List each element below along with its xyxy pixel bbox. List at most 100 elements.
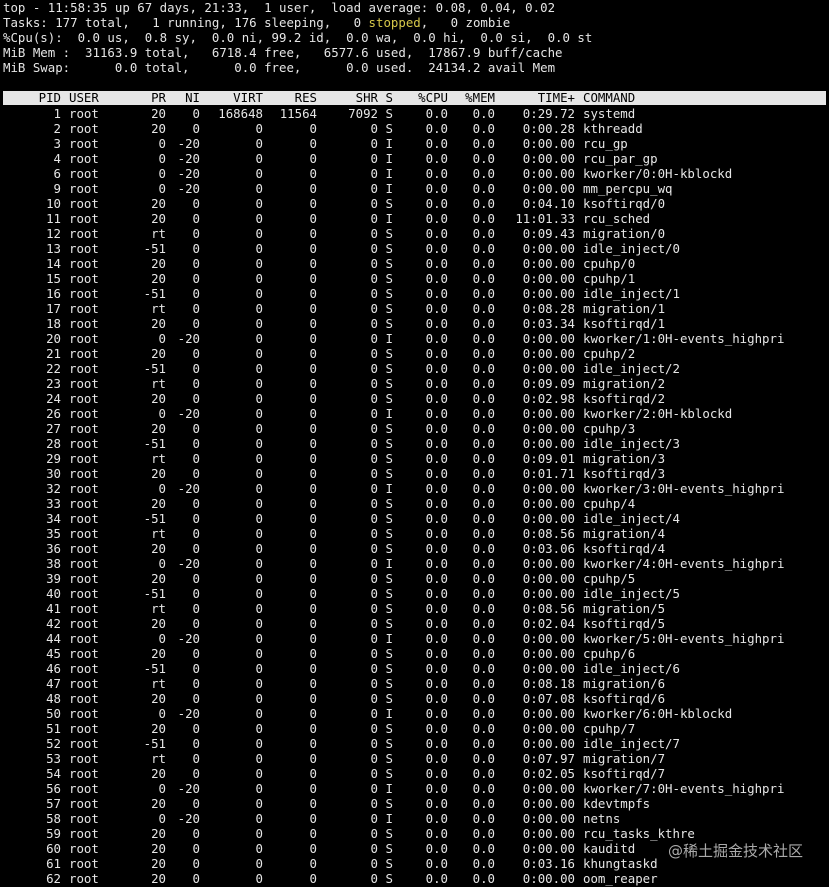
process-mem: 0.0 [472, 736, 495, 752]
process-time: 0:00.00 [522, 736, 575, 752]
process-nice: 0 [192, 451, 200, 467]
process-row: 29 root rt 0 0 0 0 S 0.0 0.0 0:09.01 migration/3 [3, 451, 829, 466]
process-row: 38 root 0 -20 0 0 0 I 0.0 0.0 0:00.00 kworker/4:0H-… [3, 556, 829, 571]
process-shr: 0 [370, 511, 378, 527]
process-shr: 0 [370, 361, 378, 377]
process-priority: 20 [151, 466, 166, 482]
process-command: idle_inject/7 [583, 736, 680, 752]
process-res: 0 [309, 151, 317, 167]
process-nice: 0 [192, 436, 200, 452]
process-nice: 0 [192, 256, 200, 272]
process-row: 2 root 20 0 0 0 0 S 0.0 0.0 0:00.28 kthreadd [3, 121, 829, 136]
process-pid: 6 [53, 166, 61, 182]
process-mem: 0.0 [472, 841, 495, 857]
process-virt: 0 [255, 301, 263, 317]
process-shr: 0 [370, 571, 378, 587]
process-pid: 47 [46, 676, 61, 692]
process-mem: 0.0 [472, 856, 495, 872]
process-user: root [69, 841, 99, 857]
process-pid: 61 [46, 856, 61, 872]
process-cpu: 0.0 [425, 106, 448, 122]
process-res: 0 [309, 586, 317, 602]
process-res: 0 [309, 511, 317, 527]
process-pid: 48 [46, 691, 61, 707]
process-res: 0 [309, 826, 317, 842]
process-state: S [385, 436, 393, 452]
process-res: 0 [309, 181, 317, 197]
process-time: 0:08.18 [522, 676, 575, 692]
process-nice: 0 [192, 691, 200, 707]
process-state: S [385, 751, 393, 767]
process-virt: 0 [255, 661, 263, 677]
process-res: 0 [309, 601, 317, 617]
process-user: root [69, 601, 99, 617]
process-shr: 0 [370, 751, 378, 767]
process-time: 0:00.00 [522, 406, 575, 422]
process-shr: 0 [370, 646, 378, 662]
process-command: migration/7 [583, 751, 666, 767]
process-command: kworker/7:0H-events_highpri [583, 781, 785, 797]
process-nice: -20 [177, 631, 200, 647]
process-cpu: 0.0 [425, 826, 448, 842]
process-command: systemd [583, 106, 636, 122]
process-time: 0:08.56 [522, 601, 575, 617]
process-mem: 0.0 [472, 421, 495, 437]
process-mem: 0.0 [472, 391, 495, 407]
tasks-line-start: Tasks: 177 total, 1 running, 176 sleepin… [3, 15, 369, 31]
process-virt: 0 [255, 526, 263, 542]
process-nice: 0 [192, 316, 200, 332]
process-virt: 0 [255, 676, 263, 692]
process-shr: 0 [370, 661, 378, 677]
process-res: 0 [309, 121, 317, 137]
process-pid: 1 [53, 106, 61, 122]
process-nice: -20 [177, 811, 200, 827]
process-shr: 0 [370, 331, 378, 347]
process-virt: 0 [255, 286, 263, 302]
process-priority: 0 [158, 481, 166, 497]
process-shr: 0 [370, 826, 378, 842]
process-command: ksoftirqd/7 [583, 766, 666, 782]
process-pid: 34 [46, 511, 61, 527]
process-mem: 0.0 [472, 466, 495, 482]
process-nice: 0 [192, 106, 200, 122]
process-cpu: 0.0 [425, 661, 448, 677]
process-nice: -20 [177, 151, 200, 167]
terminal-window[interactable]: top - 11:58:35 up 67 days, 21:33, 1 user… [3, 0, 829, 887]
process-virt: 0 [255, 826, 263, 842]
process-state: I [385, 406, 393, 422]
process-time: 0:00.28 [522, 121, 575, 137]
process-user: root [69, 466, 99, 482]
process-mem: 0.0 [472, 211, 495, 227]
process-user: root [69, 256, 99, 272]
process-state: S [385, 736, 393, 752]
process-shr: 0 [370, 706, 378, 722]
process-time: 0:09.09 [522, 376, 575, 392]
process-user: root [69, 526, 99, 542]
process-command: kworker/2:0H-kblockd [583, 406, 733, 422]
process-cpu: 0.0 [425, 751, 448, 767]
process-nice: 0 [192, 286, 200, 302]
process-state: S [385, 766, 393, 782]
process-virt: 0 [255, 256, 263, 272]
process-command: idle_inject/1 [583, 286, 680, 302]
process-row: 12 root rt 0 0 0 0 S 0.0 0.0 0:09.43 migration/0 [3, 226, 829, 241]
process-cpu: 0.0 [425, 781, 448, 797]
process-command: migration/1 [583, 301, 666, 317]
column-command: COMMAND [583, 90, 636, 106]
process-row: 39 root 20 0 0 0 0 S 0.0 0.0 0:00.00 cpuhp/5 [3, 571, 829, 586]
process-res: 0 [309, 421, 317, 437]
process-mem: 0.0 [472, 571, 495, 587]
process-state: I [385, 481, 393, 497]
process-cpu: 0.0 [425, 226, 448, 242]
process-priority: rt [151, 376, 166, 392]
process-user: root [69, 226, 99, 242]
process-user: root [69, 541, 99, 557]
process-user: root [69, 736, 99, 752]
process-priority: 0 [158, 811, 166, 827]
process-command: ksoftirqd/6 [583, 691, 666, 707]
process-state: S [385, 601, 393, 617]
process-row: 57 root 20 0 0 0 0 S 0.0 0.0 0:00.00 kdevtmpfs [3, 796, 829, 811]
process-state: S [385, 286, 393, 302]
process-row: 53 root rt 0 0 0 0 S 0.0 0.0 0:07.97 migration/7 [3, 751, 829, 766]
process-cpu: 0.0 [425, 121, 448, 137]
